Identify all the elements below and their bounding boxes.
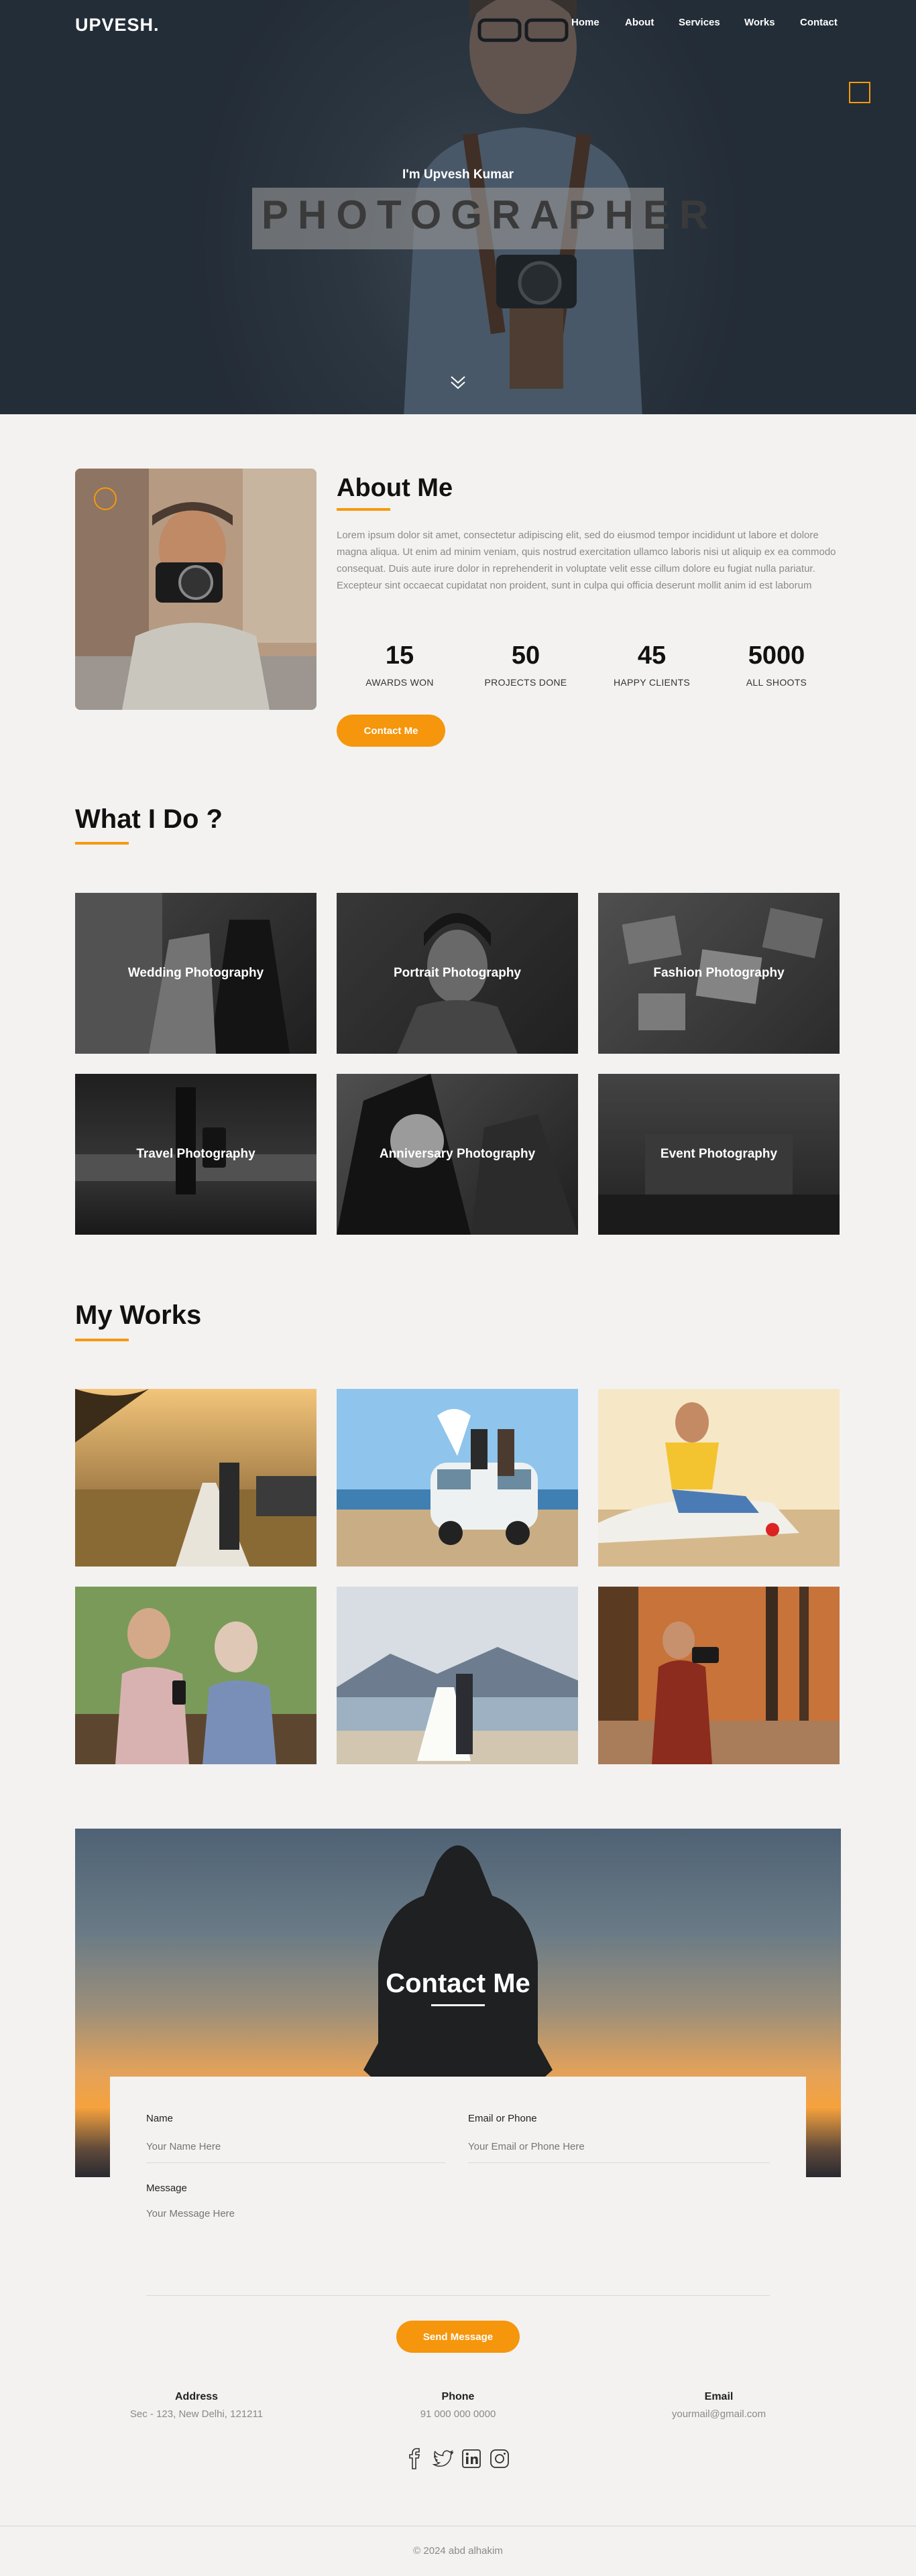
work-image-grandmother[interactable] bbox=[75, 1587, 317, 1764]
stat-value: 15 bbox=[385, 641, 414, 670]
facebook-icon[interactable] bbox=[404, 2448, 426, 2469]
stat-label: HAPPY CLIENTS bbox=[613, 677, 691, 688]
service-label: Anniversary Photography bbox=[379, 1147, 536, 1161]
about-photo bbox=[75, 469, 317, 710]
work-image-wedding-lake[interactable] bbox=[337, 1587, 578, 1764]
stat-clients: 45 HAPPY CLIENTS bbox=[591, 641, 712, 688]
stat-value: 5000 bbox=[748, 641, 805, 670]
service-card-event[interactable]: Event Photography bbox=[598, 1074, 840, 1235]
nav-home[interactable]: Home bbox=[571, 17, 599, 28]
name-input[interactable] bbox=[146, 2138, 445, 2154]
stat-projects: 50 PROJECTS DONE bbox=[465, 641, 586, 688]
contact-form bbox=[110, 2077, 806, 2333]
phone-value: 91 000 000 0000 bbox=[420, 2408, 496, 2420]
twitter-icon[interactable] bbox=[433, 2448, 454, 2469]
work-image-couple-sunset[interactable] bbox=[75, 1389, 317, 1567]
service-label: Travel Photography bbox=[136, 1147, 255, 1161]
email-info: Email yourmail@gmail.com bbox=[618, 2391, 819, 2420]
hero-title: PHOTOGRAPHER bbox=[262, 192, 718, 237]
email-input-underline bbox=[468, 2162, 770, 2163]
hero-subtitle: I'm Upvesh Kumar bbox=[402, 168, 514, 182]
service-card-travel[interactable]: Travel Photography bbox=[75, 1074, 317, 1235]
service-card-anniversary[interactable]: Anniversary Photography bbox=[337, 1074, 578, 1235]
stat-label: ALL SHOOTS bbox=[746, 677, 807, 688]
stat-value: 50 bbox=[511, 641, 540, 670]
message-label: Message bbox=[146, 2183, 187, 2194]
stat-label: PROJECTS DONE bbox=[484, 677, 567, 688]
nav-services[interactable]: Services bbox=[679, 17, 720, 28]
address-value: Sec - 123, New Delhi, 121211 bbox=[129, 2408, 264, 2420]
service-card-fashion[interactable]: Fashion Photography bbox=[598, 893, 840, 1054]
nav-about[interactable]: About bbox=[625, 17, 654, 28]
email-input[interactable] bbox=[468, 2138, 770, 2154]
instagram-icon[interactable] bbox=[489, 2448, 510, 2469]
stat-awards: 15 AWARDS WON bbox=[339, 641, 460, 688]
send-message-button[interactable]: Send Message bbox=[396, 2321, 520, 2353]
contact-title-underline bbox=[431, 2004, 485, 2006]
works-title-underline bbox=[75, 1339, 129, 1341]
message-input[interactable] bbox=[146, 2208, 770, 2282]
stat-value: 45 bbox=[637, 641, 667, 670]
nav-works[interactable]: Works bbox=[744, 17, 775, 28]
name-input-underline bbox=[146, 2162, 445, 2163]
chevron-down-icon[interactable] bbox=[448, 373, 468, 393]
service-card-wedding[interactable]: Wedding Photography bbox=[75, 893, 317, 1054]
message-input-underline bbox=[146, 2295, 770, 2296]
nav-contact[interactable]: Contact bbox=[800, 17, 838, 28]
site-logo[interactable]: UPVESH. bbox=[75, 15, 160, 36]
email-label: Email or Phone bbox=[468, 2113, 537, 2124]
stat-shoots: 5000 ALL SHOOTS bbox=[716, 641, 837, 688]
square-icon bbox=[849, 82, 870, 103]
email-value[interactable]: yourmail@gmail.com bbox=[618, 2408, 819, 2420]
stat-label: AWARDS WON bbox=[365, 677, 434, 688]
name-label: Name bbox=[146, 2113, 174, 2124]
address-heading: Address bbox=[174, 2391, 219, 2402]
address-info: Address Sec - 123, New Delhi, 121211 bbox=[96, 2391, 297, 2420]
email-heading: Email bbox=[704, 2391, 734, 2402]
service-label: Portrait Photography bbox=[393, 966, 521, 980]
work-image-forest-photographer[interactable] bbox=[598, 1587, 840, 1764]
contact-title: Contact Me bbox=[386, 1969, 530, 1998]
services-title: What I Do ? bbox=[75, 804, 223, 834]
service-label: Fashion Photography bbox=[653, 966, 785, 980]
service-card-portrait[interactable]: Portrait Photography bbox=[337, 893, 578, 1054]
footer-copyright: © 2024 abd alhakim bbox=[413, 2545, 503, 2557]
phone-heading: Phone bbox=[441, 2391, 475, 2402]
works-title: My Works bbox=[75, 1300, 202, 1330]
about-title-underline bbox=[337, 508, 390, 511]
service-label: Event Photography bbox=[660, 1147, 778, 1161]
service-label: Wedding Photography bbox=[127, 966, 264, 980]
services-title-underline bbox=[75, 842, 129, 845]
linkedin-icon[interactable] bbox=[461, 2448, 482, 2469]
work-image-van-beach[interactable] bbox=[337, 1389, 578, 1567]
phone-info: Phone 91 000 000 0000 bbox=[357, 2391, 559, 2420]
about-text: Lorem ipsum dolor sit amet, consectetur … bbox=[337, 530, 836, 591]
about-title: About Me bbox=[337, 474, 453, 502]
work-image-woman-car[interactable] bbox=[598, 1389, 840, 1567]
contact-me-button[interactable]: Contact Me bbox=[337, 715, 445, 747]
